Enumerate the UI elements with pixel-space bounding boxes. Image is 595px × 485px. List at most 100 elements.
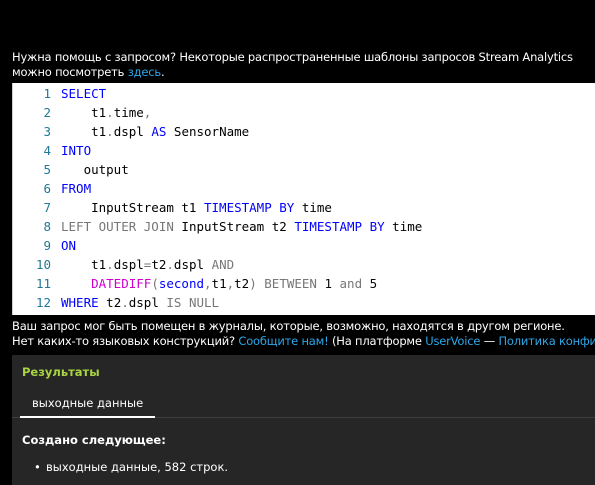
code-token: ,: [204, 276, 212, 291]
code-token: t2: [98, 295, 122, 310]
code-token: WHERE: [61, 295, 99, 310]
line-number: 4: [43, 143, 51, 158]
code-token: output: [61, 162, 129, 177]
code-line: 9 ON: [13, 236, 595, 255]
help-text-end: .: [160, 65, 165, 79]
code-text: SELECT: [61, 84, 106, 103]
line-number: 7: [43, 200, 51, 215]
code-token: ON: [61, 238, 77, 253]
privacy-policy-link[interactable]: Политика конфиден...: [498, 334, 595, 348]
code-token: t2: [151, 257, 167, 272]
code-token: (: [151, 276, 159, 291]
code-line: 1 SELECT: [13, 84, 595, 103]
code-token: t2: [234, 276, 250, 291]
templates-link[interactable]: здесь: [128, 65, 161, 79]
code-token: TIMESTAMP: [204, 200, 272, 215]
code-token: .: [121, 295, 129, 310]
code-token: BY: [279, 200, 295, 215]
code-text: FROM: [61, 179, 91, 198]
code-line: 3 t1.dspl AS SensorName: [13, 122, 595, 141]
line-number: 10: [35, 257, 51, 272]
code-text: t1.time,: [61, 103, 151, 122]
code-token: 1: [316, 276, 340, 291]
line-number: 6: [43, 181, 51, 196]
code-token: DATEDIFF: [91, 276, 152, 291]
results-tab-bar: выходные данные: [12, 388, 595, 418]
top-strip: [0, 0, 595, 47]
list-bullet: •: [34, 460, 41, 474]
code-text: output: [61, 160, 129, 179]
code-token: t1: [211, 276, 227, 291]
help-text-body: Нужна помощь с запросом? Некоторые распр…: [12, 50, 573, 79]
results-title: Результаты: [22, 365, 100, 379]
code-token: ,: [143, 105, 152, 120]
code-token: InputStream t2: [173, 219, 295, 234]
code-line: 10 t1.dspl=t2.dspl AND: [13, 255, 595, 274]
code-token: .: [106, 257, 114, 272]
help-text: Нужна помощь с запросом? Некоторые распр…: [12, 50, 592, 80]
code-token: and: [339, 276, 363, 291]
code-token: AND: [211, 257, 235, 272]
code-token: SensorName: [166, 124, 250, 139]
query-notice: Ваш запрос мог быть помещен в журналы, к…: [12, 319, 595, 349]
code-token: .: [166, 257, 174, 272]
code-line: 5 output: [13, 160, 595, 179]
code-line: 2 t1.time,: [13, 103, 595, 122]
code-text: t1.dspl AS SensorName: [61, 122, 249, 141]
code-token: TIMESTAMP: [294, 219, 363, 234]
line-number: 1: [43, 86, 51, 101]
line-number: 9: [43, 238, 51, 253]
region-notice: Ваш запрос мог быть помещен в журналы, к…: [12, 319, 565, 333]
code-token: .: [106, 124, 114, 139]
code-token: t1: [61, 124, 107, 139]
code-line: 8 LEFT OUTER JOIN InputStream t2 TIMESTAM…: [13, 217, 595, 236]
line-number: 3: [43, 124, 51, 139]
code-token: dspl: [128, 295, 167, 310]
code-token: BY: [369, 219, 385, 234]
line-number: 11: [35, 276, 51, 291]
code-text: LEFT OUTER JOIN InputStream t2 TIMESTAMP…: [61, 217, 422, 236]
code-token: IS NULL: [166, 295, 220, 310]
code-line: 11 DATEDIFF(second,t1,t2) BETWEEN 1 and …: [13, 274, 595, 293]
code-token: FROM: [61, 181, 92, 196]
line-number: 2: [43, 105, 51, 120]
code-token: dspl: [173, 257, 212, 272]
code-token: InputStream t1: [61, 200, 204, 215]
code-line: 6 FROM: [13, 179, 595, 198]
code-text: INTO: [61, 141, 91, 160]
results-panel: Результаты выходные данные Создано следу…: [12, 355, 595, 485]
code-token: BETWEEN: [264, 276, 317, 291]
feedback-link[interactable]: Сообщите нам!: [238, 334, 328, 348]
output-list-item: выходные данные, 582 строк.: [46, 460, 229, 474]
code-token: t1: [61, 257, 107, 272]
line-number: 5: [43, 162, 51, 177]
code-token: t1: [61, 105, 107, 120]
code-text: t1.dspl=t2.dspl AND: [61, 255, 234, 274]
code-token: time: [294, 200, 332, 215]
feedback-line: Нет каких-то языковых конструкций? Сообщ…: [12, 334, 595, 349]
line-number: 12: [35, 295, 51, 310]
created-label: Создано следующее:: [22, 433, 166, 447]
code-text: InputStream t1 TIMESTAMP BY time: [61, 198, 332, 217]
code-token: time: [113, 105, 144, 120]
code-token: ): [249, 276, 265, 291]
code-token: 5: [362, 276, 378, 291]
feedback-prefix: Нет каких-то языковых конструкций?: [12, 334, 239, 348]
code-text: WHERE t2.dspl IS NULL: [61, 293, 219, 312]
uservoice-link[interactable]: UserVoice: [425, 334, 480, 348]
code-text: ON: [61, 236, 76, 255]
code-token: SELECT: [61, 86, 107, 101]
line-number: 8: [43, 219, 51, 234]
code-line: 12 WHERE t2.dspl IS NULL: [13, 293, 595, 312]
code-token: LEFT OUTER JOIN: [61, 219, 174, 234]
code-token: INTO: [61, 143, 92, 158]
tab-output-data[interactable]: выходные данные: [20, 388, 156, 418]
feedback-dash: —: [480, 334, 499, 348]
code-token: ,: [226, 276, 235, 291]
code-token: AS: [151, 124, 167, 139]
code-line: 4 INTO: [13, 141, 595, 160]
query-editor[interactable]: 1 SELECT 2 t1.time, 3 t1.dspl AS SensorName…: [12, 83, 595, 315]
feedback-mid: (На платформе: [328, 334, 426, 348]
